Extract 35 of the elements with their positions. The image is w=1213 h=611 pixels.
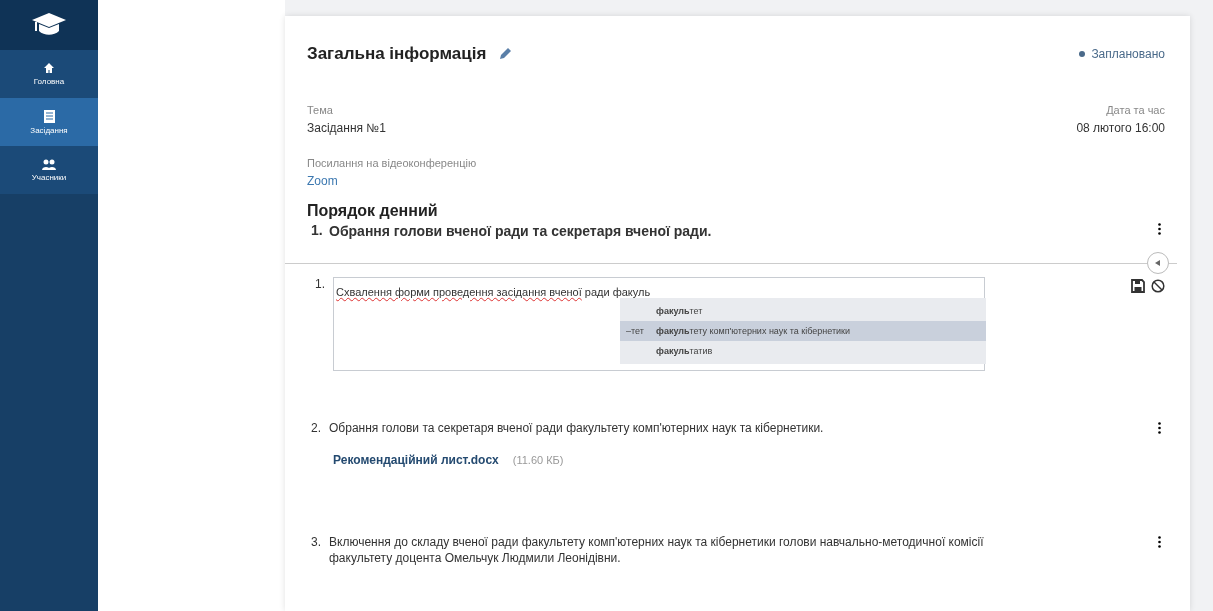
nav-item[interactable]: Засідання [0,98,98,146]
list-icon [43,109,55,123]
conference-link[interactable]: Zoom [307,174,338,188]
field-value: 08 лютого 16:00 [1076,121,1165,135]
pencil-icon[interactable] [498,47,513,61]
agenda-item-text: Обрання голови та секретаря вченої ради факультету комп'ютерних наук та кібернетики. [329,421,824,437]
field-label: Тема [307,104,333,116]
nav-item[interactable]: Учасники [0,146,98,194]
text-editor-field[interactable]: Схвалення форми проведення засідання вченої ради факуль факультет –тет факультету комп'ютерних наук та кібернетики факультатив [333,277,985,372]
item-number: 1. [315,277,326,292]
agenda-item-text: Включення до складу вченої ради факультету комп'ютерних наук та кібернетики голови навчально-методичної комісії факультету доцента Омельчук Людмили Леонідівни. [329,535,985,567]
file-size: (11.60 КБ) [512,454,564,467]
section-title: Загальна інформація [307,44,487,64]
status-label: Заплановано [1079,47,1165,61]
cancel-icon[interactable] [1151,279,1165,294]
collapse-button[interactable] [1147,252,1169,275]
file-link[interactable]: Рекомендаційний лист.docx [333,453,499,468]
editor-text: Схвалення форми проведення засідання вченої ради факуль [336,286,651,299]
people-icon [42,158,56,170]
suggestion-item[interactable]: факультатив [620,341,986,362]
agenda-item-text: Обрання голови вченої ради та секретаря вченої ради. [329,222,712,241]
field-label: Посилання на відеоконференцію [307,157,477,169]
save-icon[interactable] [1131,279,1145,294]
logo-icon [0,0,98,50]
field-label: Дата та час [1106,104,1165,116]
home-icon [43,62,55,74]
field-value: Засідання №1 [307,121,386,135]
triangle-icon [1155,260,1161,267]
section-title: Порядок денний [307,202,439,220]
item-number: 2. [311,421,322,437]
item-number: 1. [311,222,324,240]
suggestion-item[interactable]: факультет [620,301,986,322]
suggestion-item[interactable]: –тет факультету комп'ютерних наук та кібернетики [620,321,986,342]
item-number: 3. [311,535,322,552]
nav-item[interactable]: Головна [0,50,98,98]
